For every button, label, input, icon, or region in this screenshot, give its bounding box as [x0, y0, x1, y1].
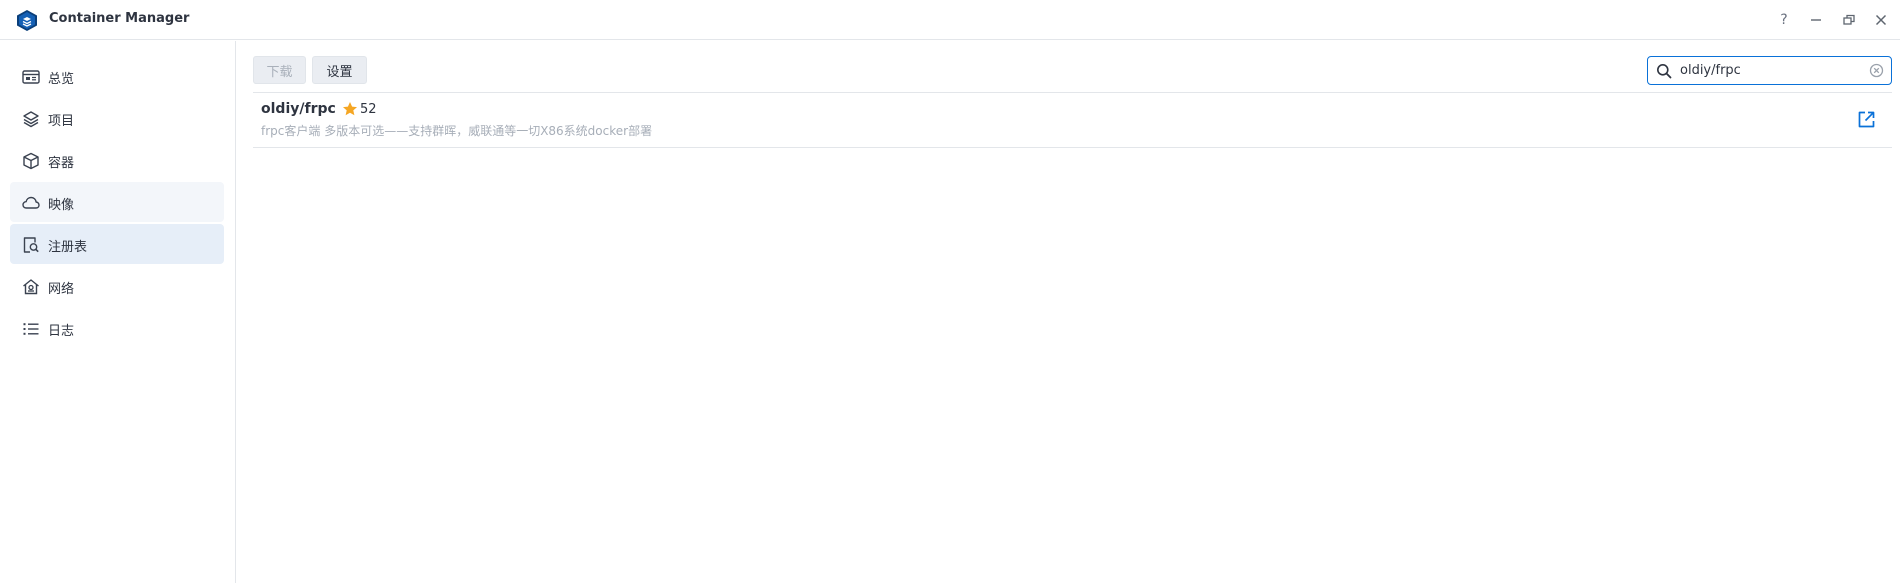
- sidebar: 总览 项目 容器 映像 注册表 网络 日志: [0, 41, 236, 583]
- sidebar-item-overview[interactable]: 总览: [10, 56, 224, 96]
- search-field[interactable]: [1647, 56, 1892, 85]
- project-layers-icon: [22, 110, 40, 128]
- title-bar: Container Manager ?: [0, 0, 1900, 40]
- clear-search-icon[interactable]: [1869, 63, 1884, 78]
- sidebar-item-label: 项目: [48, 114, 75, 129]
- sidebar-item-label: 容器: [48, 156, 75, 171]
- registry-search-icon: [22, 236, 40, 254]
- star-count: 52: [360, 102, 377, 117]
- help-icon: ?: [1780, 12, 1788, 28]
- close-button[interactable]: [1871, 10, 1891, 30]
- network-house-icon: [22, 278, 40, 296]
- sidebar-item-log[interactable]: 日志: [10, 308, 224, 348]
- external-link-icon[interactable]: [1857, 110, 1876, 129]
- download-button[interactable]: 下载: [253, 56, 306, 84]
- sidebar-item-network[interactable]: 网络: [10, 266, 224, 306]
- minimize-icon: [1811, 19, 1821, 21]
- sidebar-item-label: 网络: [48, 282, 75, 297]
- sidebar-item-container[interactable]: 容器: [10, 140, 224, 180]
- sidebar-item-label: 映像: [48, 198, 75, 213]
- table-row[interactable]: oldiy/frpc 52 frpc客户端 多版本可选——支持群晖，威联通等一切…: [253, 93, 1892, 147]
- search-icon: [1657, 64, 1672, 79]
- settings-button[interactable]: 设置: [312, 56, 367, 84]
- sidebar-item-registry[interactable]: 注册表: [10, 224, 224, 264]
- image-cloud-icon: [22, 194, 40, 212]
- container-cube-icon: [22, 152, 40, 170]
- overview-icon: [22, 68, 40, 86]
- container-manager-logo-icon: [17, 10, 37, 31]
- restore-button[interactable]: [1839, 10, 1859, 30]
- close-icon: [1875, 14, 1887, 26]
- sidebar-item-image[interactable]: 映像: [10, 182, 224, 222]
- star-icon: [343, 102, 357, 116]
- row-divider: [253, 147, 1892, 148]
- restore-icon: [1843, 14, 1855, 25]
- help-button[interactable]: ?: [1774, 10, 1794, 30]
- search-input[interactable]: [1680, 60, 1860, 80]
- log-list-icon: [22, 320, 40, 338]
- image-description: frpc客户端 多版本可选——支持群晖，威联通等一切X86系统docker部署: [261, 124, 653, 138]
- sidebar-item-label: 日志: [48, 324, 75, 339]
- app-title: Container Manager: [49, 11, 190, 26]
- sidebar-item-label: 注册表: [48, 240, 88, 255]
- image-name: oldiy/frpc: [261, 101, 336, 117]
- sidebar-item-label: 总览: [48, 72, 75, 87]
- sidebar-item-project[interactable]: 项目: [10, 98, 224, 138]
- minimize-button[interactable]: [1806, 10, 1826, 30]
